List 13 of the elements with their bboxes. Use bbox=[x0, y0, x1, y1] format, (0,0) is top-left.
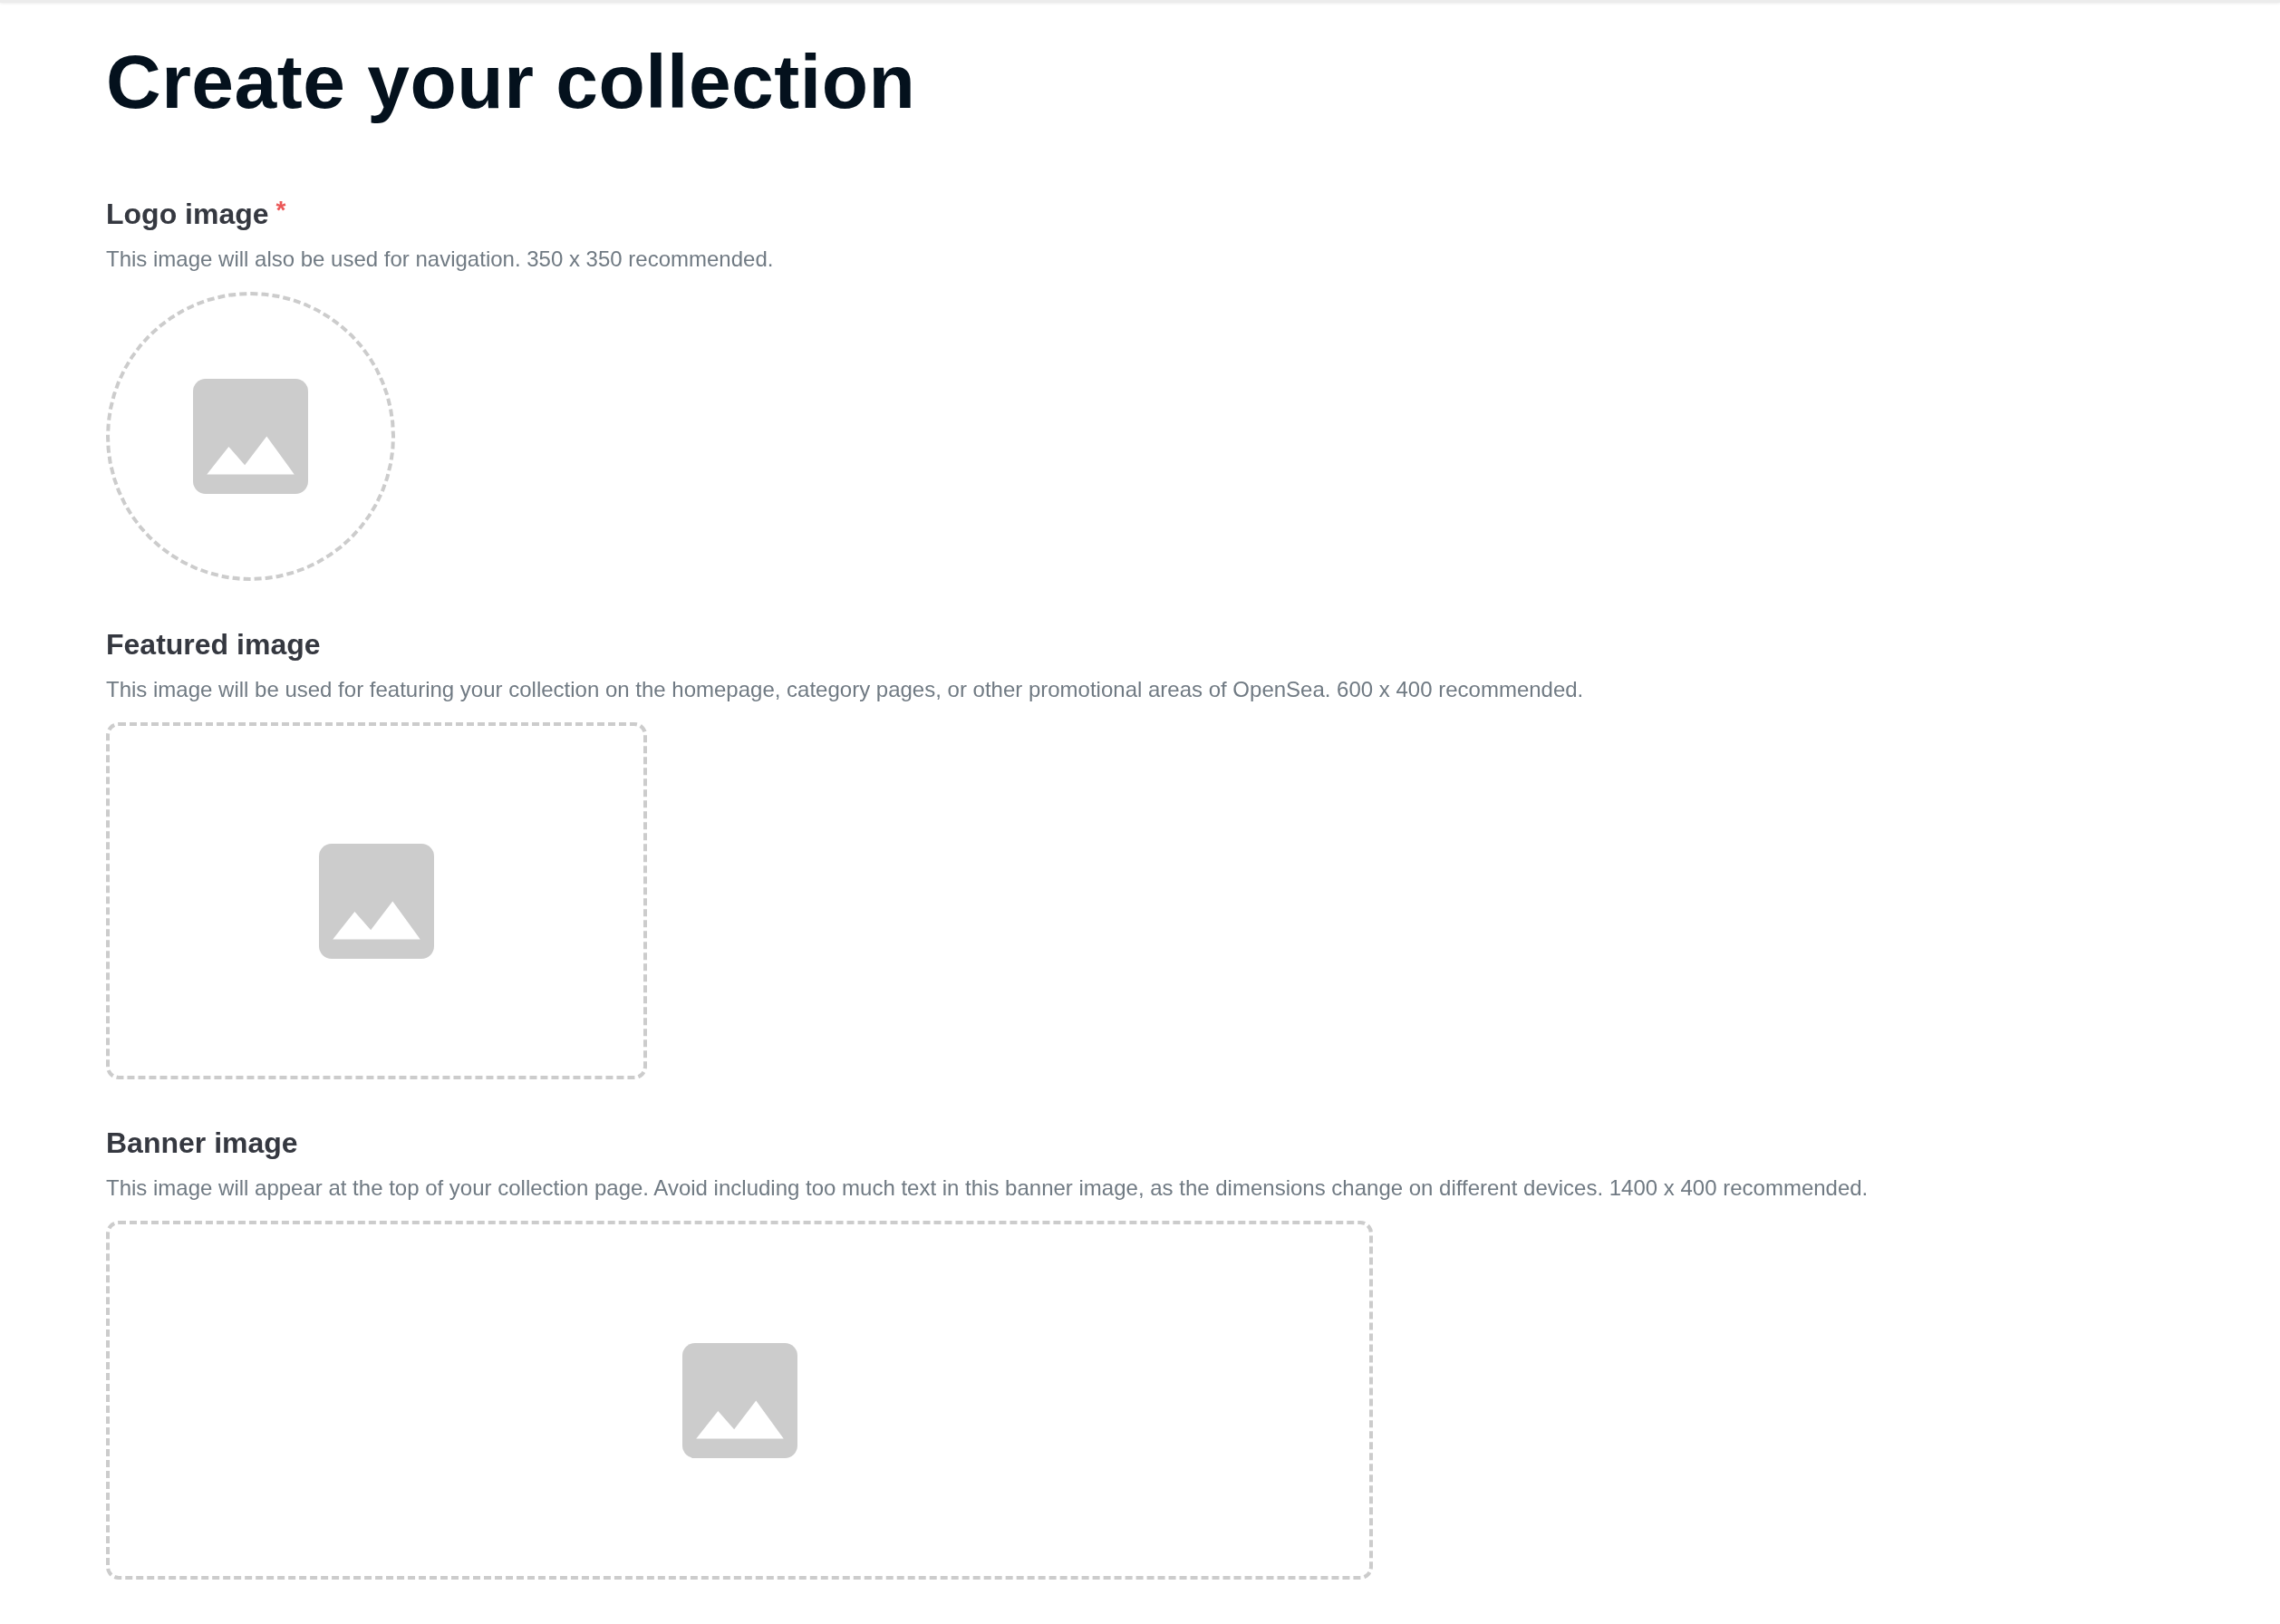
image-icon bbox=[193, 379, 308, 494]
image-icon bbox=[319, 843, 434, 959]
banner-upload-area[interactable] bbox=[106, 1221, 1373, 1580]
field-description: This image will appear at the top of your collection page. Avoid including too much text in this banner image, as the dimensions change on different devices. 1400 x 400 recommended. bbox=[106, 1174, 1869, 1202]
field-description: This image will also be used for navigation. 350 x 350 recommended. bbox=[106, 246, 774, 273]
required-asterisk: * bbox=[275, 196, 286, 225]
field-label: Logo image bbox=[106, 197, 269, 232]
field-label: Banner image bbox=[106, 1126, 298, 1161]
image-icon bbox=[681, 1342, 797, 1458]
field-description: This image will be used for featuring your collection on the homepage, category pages, or other promotional areas of OpenSea. 600 x 400 recommended. bbox=[106, 676, 1584, 703]
field-label: Featured image bbox=[106, 627, 321, 662]
page-title: Create your collection bbox=[106, 38, 916, 126]
featured-upload-area[interactable] bbox=[106, 722, 647, 1079]
